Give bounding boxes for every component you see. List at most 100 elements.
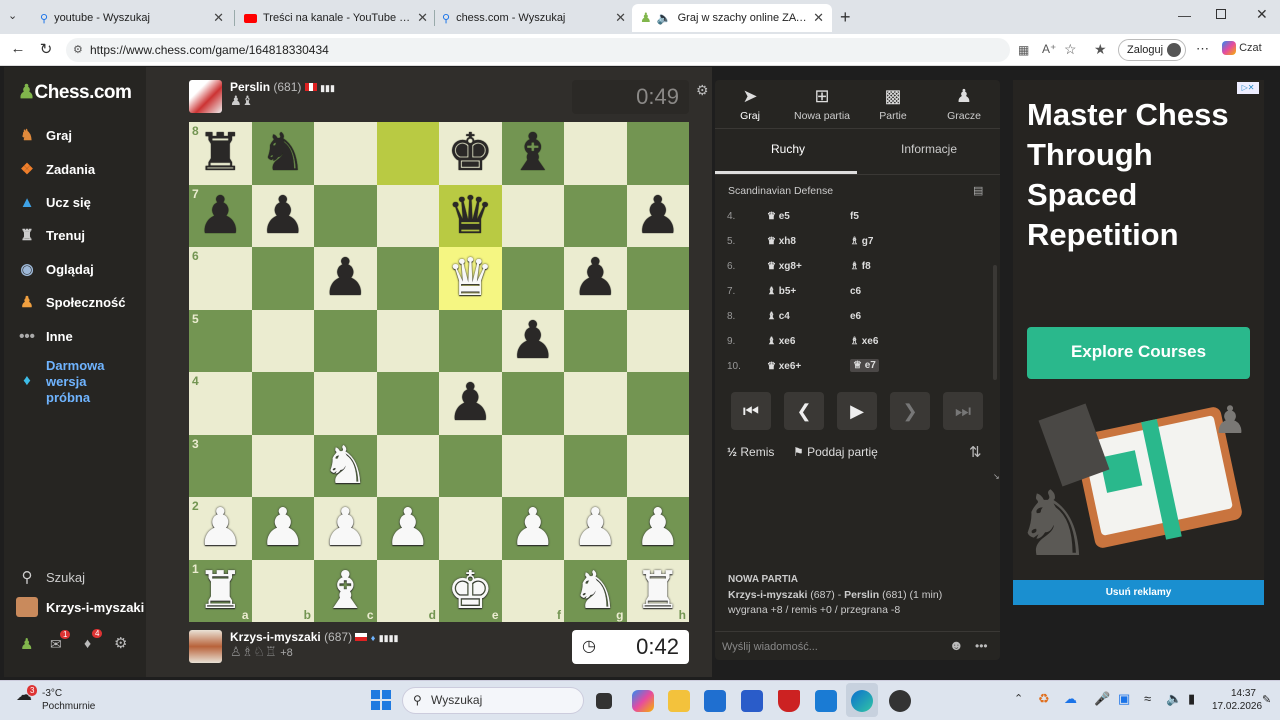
sidebar-item-free-trial[interactable]: ♦ Darmowa wersja próbna — [16, 358, 122, 406]
sidebar-item-learn[interactable]: ▲ Ucz się — [16, 192, 91, 212]
board-square[interactable]: ♞ — [251, 122, 314, 185]
tab-moves[interactable]: Ruchy — [771, 142, 805, 156]
white-move[interactable]: ♝ xe6 — [767, 336, 795, 347]
chat-input[interactable]: Wyślij wiadomość... — [722, 641, 932, 653]
white-king-icon[interactable]: ♚ — [447, 565, 494, 617]
network-tray-icon[interactable]: ▣ — [1118, 691, 1130, 707]
bell-icon[interactable]: ♦ 4 — [84, 629, 103, 651]
board-square[interactable] — [376, 122, 439, 185]
browser-tab-active[interactable]: ♟ 🔈 Graj w szachy online ZA DARMO ✕ — [632, 4, 832, 32]
white-pawn-icon[interactable]: ♟ — [384, 502, 431, 554]
black-rook-icon[interactable]: ♜ — [197, 127, 244, 179]
favorites-bar-icon[interactable]: ★ — [1094, 41, 1107, 58]
move-list-scrollbar[interactable] — [993, 265, 997, 380]
sidebar-item-more[interactable]: ••• Inne — [16, 326, 73, 346]
tray-overflow-icon[interactable]: ⌃ — [1014, 692, 1023, 705]
speaker-icon[interactable]: 🔈 — [657, 11, 672, 25]
store-icon[interactable] — [704, 690, 726, 712]
weather-widget[interactable]: ☁ 3 -3°C Pochmurnie — [16, 685, 95, 713]
chess-app-icon[interactable] — [889, 690, 911, 712]
ad-banner[interactable]: ▷✕ Master Chess Through Spaced Repetitio… — [1013, 80, 1264, 605]
board-square[interactable] — [251, 309, 314, 372]
volume-icon[interactable]: 🔈 — [1166, 691, 1182, 707]
battery-icon[interactable]: ▮ — [1188, 691, 1195, 707]
chess-logo[interactable]: ♟Chess.com — [18, 81, 132, 104]
close-icon[interactable]: ✕ — [615, 10, 626, 26]
previous-move-button[interactable]: ❮ — [784, 392, 824, 430]
board-square[interactable] — [564, 434, 627, 497]
sidebar-user[interactable]: Krzys-i-myszaki — [16, 597, 144, 617]
move-row[interactable]: 9. ♝ xe6 ♗ xe6 — [715, 329, 985, 354]
avatar[interactable] — [189, 630, 222, 663]
black-move[interactable]: ♗ xe6 — [850, 336, 878, 347]
board-square[interactable] — [376, 247, 439, 310]
board-square[interactable]: g ♞ — [564, 559, 627, 622]
board-square[interactable]: ♟ — [501, 497, 564, 560]
sidebar-item-watch[interactable]: ◉ Oglądaj — [16, 259, 93, 279]
black-king-icon[interactable]: ♚ — [447, 127, 494, 179]
board-square[interactable]: ♞ — [314, 434, 377, 497]
more-menu-icon[interactable]: ⋯ — [1196, 41, 1209, 57]
favorite-icon[interactable]: ☆ — [1064, 41, 1077, 58]
black-move[interactable]: c6 — [850, 286, 861, 297]
board-square[interactable] — [626, 247, 689, 310]
tab-info[interactable]: Informacje — [901, 142, 957, 156]
board-square[interactable] — [376, 434, 439, 497]
board-square[interactable]: ♟ — [626, 497, 689, 560]
player-name[interactable]: Krzys-i-myszaki — [230, 630, 321, 644]
board-square[interactable] — [564, 372, 627, 435]
first-move-button[interactable]: ⏮ — [731, 392, 771, 430]
black-bishop-icon[interactable]: ♝ — [509, 127, 556, 179]
move-row[interactable]: 4. ♛ e5 f5 — [715, 204, 985, 229]
white-knight-icon[interactable]: ♞ — [322, 440, 369, 492]
reload-button[interactable]: ↻ — [36, 40, 56, 58]
next-move-button[interactable]: ▶ — [837, 392, 877, 430]
board-square[interactable] — [251, 247, 314, 310]
settings-icon[interactable]: ⚙ — [114, 634, 127, 652]
board-square[interactable]: ♟ — [314, 247, 377, 310]
notifications-icon[interactable]: ✎ — [1262, 693, 1271, 706]
black-pawn-icon[interactable]: ♟ — [197, 190, 244, 242]
login-button[interactable]: Zaloguj — [1118, 39, 1186, 61]
new-tab-button[interactable]: + — [840, 7, 851, 28]
black-pawn-icon[interactable]: ♟ — [509, 315, 556, 367]
flip-board-icon[interactable]: ⇅ — [969, 443, 982, 461]
move-row[interactable]: 7. ♝ b5+ c6 — [715, 279, 985, 304]
start-icon[interactable] — [371, 690, 391, 710]
board-square[interactable] — [439, 497, 502, 560]
white-pawn-icon[interactable]: ♟ — [259, 502, 306, 554]
white-pawn-icon[interactable]: ♟ — [509, 502, 556, 554]
board-square[interactable] — [501, 372, 564, 435]
board-square[interactable] — [626, 434, 689, 497]
board-square[interactable]: 1 a ♜ — [189, 559, 252, 622]
board-square[interactable]: c ♝ — [314, 559, 377, 622]
panel-tab-new-game[interactable]: ⊞ Nowa partia — [787, 86, 857, 122]
board-square[interactable]: 6 — [189, 247, 252, 310]
panel-tab-players[interactable]: ♟ Gracze — [929, 86, 999, 122]
microphone-icon[interactable]: 🎤 — [1094, 691, 1110, 707]
board-square[interactable] — [439, 434, 502, 497]
settings-icon[interactable]: ⚙ — [696, 82, 709, 99]
black-move[interactable]: ♗ f8 — [850, 261, 871, 272]
move-row[interactable]: 8. ♝ c4 e6 — [715, 304, 985, 329]
black-pawn-icon[interactable]: ♟ — [572, 252, 619, 304]
board-square[interactable]: ♟ — [564, 247, 627, 310]
black-pawn-icon[interactable]: ♟ — [634, 190, 681, 242]
read-aloud-icon[interactable]: A⁺ — [1042, 42, 1056, 56]
black-move[interactable]: e6 — [850, 311, 861, 322]
board-square[interactable] — [564, 122, 627, 185]
move-row[interactable]: 10. ♛ xe6+ ♕ e7 — [715, 354, 985, 379]
panel-tab-games[interactable]: ▩ Partie — [858, 86, 928, 122]
board-square[interactable]: ♟ — [251, 184, 314, 247]
board-square[interactable] — [376, 184, 439, 247]
white-pawn-icon[interactable]: ♟ — [197, 502, 244, 554]
opening-book-icon[interactable]: ▤ — [973, 184, 983, 197]
board-square[interactable] — [626, 122, 689, 185]
sidebar-item-play[interactable]: ♞ Graj — [16, 125, 72, 145]
last-move-button[interactable]: ⏭ — [943, 392, 983, 430]
mail-icon[interactable]: ✉ 1 — [50, 630, 71, 653]
board-square[interactable]: ♟ — [626, 184, 689, 247]
apps-icon[interactable]: ▦ — [1018, 43, 1029, 57]
avatar[interactable] — [189, 80, 222, 113]
white-move[interactable]: ♛ xh8 — [767, 236, 796, 247]
